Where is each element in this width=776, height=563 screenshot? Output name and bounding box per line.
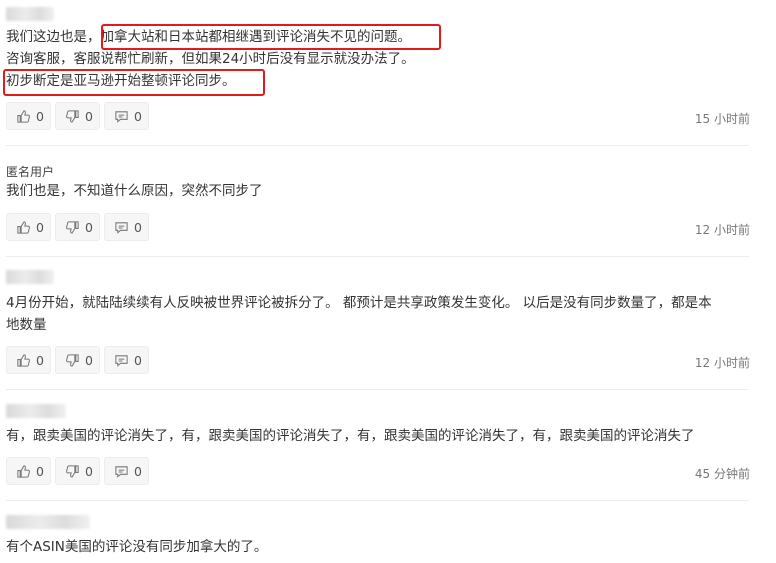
thumbs-up-icon xyxy=(17,109,30,123)
thumbs-down-icon xyxy=(66,353,79,367)
thumbs-up-icon xyxy=(17,220,30,234)
thumbs-up-icon xyxy=(17,464,30,478)
dislike-count: 0 xyxy=(85,463,93,479)
like-button[interactable]: 0 xyxy=(6,346,51,374)
dislike-button[interactable]: 0 xyxy=(55,457,100,485)
like-button[interactable]: 0 xyxy=(6,457,51,485)
comment-time: 12 小时前 xyxy=(694,223,750,237)
divider xyxy=(6,256,749,257)
reply-button[interactable]: 0 xyxy=(104,213,149,241)
like-button[interactable]: 0 xyxy=(6,213,51,241)
comment-actions: 0 0 0 xyxy=(6,346,149,374)
like-count: 0 xyxy=(36,108,44,124)
dislike-button[interactable]: 0 xyxy=(55,346,100,374)
highlight-box xyxy=(101,24,441,50)
like-count: 0 xyxy=(36,352,44,368)
divider xyxy=(6,389,749,390)
comment-actions: 0 0 0 xyxy=(6,213,149,241)
reply-button[interactable]: 0 xyxy=(104,346,149,374)
divider xyxy=(6,500,749,501)
comment-time: 45 分钟前 xyxy=(694,467,750,481)
comment-actions: 0 0 0 xyxy=(6,102,149,130)
dislike-button[interactable]: 0 xyxy=(55,213,100,241)
divider xyxy=(6,145,749,146)
username: 匿名用户 xyxy=(6,165,55,179)
comment-icon xyxy=(115,110,128,123)
thumbs-up-icon xyxy=(17,353,30,367)
dislike-count: 0 xyxy=(85,108,93,124)
comment-text-line: 有个ASIN美国的评论没有同步加拿大的了。 xyxy=(6,539,268,555)
thumbs-down-icon xyxy=(66,220,79,234)
blurred-username xyxy=(6,404,66,418)
comment-icon xyxy=(115,465,128,478)
comment-actions: 0 0 0 xyxy=(6,457,149,485)
comment-icon xyxy=(115,354,128,367)
like-count: 0 xyxy=(36,219,44,235)
comment-text-line: 我们也是，不知道什么原因，突然不同步了 xyxy=(6,183,263,199)
reply-count: 0 xyxy=(134,108,142,124)
dislike-count: 0 xyxy=(85,219,93,235)
dislike-button[interactable]: 0 xyxy=(55,102,100,130)
blurred-username xyxy=(6,270,54,284)
blurred-username xyxy=(6,7,54,21)
reply-count: 0 xyxy=(134,352,142,368)
thumbs-down-icon xyxy=(66,109,79,123)
reply-button[interactable]: 0 xyxy=(104,102,149,130)
highlight-box xyxy=(3,69,265,96)
comment-text-line: 地数量 xyxy=(6,317,47,333)
like-count: 0 xyxy=(36,463,44,479)
comment-time: 12 小时前 xyxy=(694,356,750,370)
comment-text-line: 有，跟卖美国的评论消失了，有，跟卖美国的评论消失了，有，跟卖美国的评论消失了，有… xyxy=(6,428,695,444)
blurred-username xyxy=(6,515,90,529)
reply-count: 0 xyxy=(134,463,142,479)
comment-text-line: 咨询客服，客服说帮忙刷新，但如果24小时后没有显示就没办法了。 xyxy=(6,51,415,67)
like-button[interactable]: 0 xyxy=(6,102,51,130)
dislike-count: 0 xyxy=(85,352,93,368)
comment-icon xyxy=(115,221,128,234)
comment-time: 15 小时前 xyxy=(694,112,750,126)
reply-button[interactable]: 0 xyxy=(104,457,149,485)
thumbs-down-icon xyxy=(66,464,79,478)
comment-text-line: 4月份开始，就陆陆续续有人反映被世界评论被拆分了。 都预计是共享政策发生变化。 … xyxy=(6,295,712,311)
reply-count: 0 xyxy=(134,219,142,235)
